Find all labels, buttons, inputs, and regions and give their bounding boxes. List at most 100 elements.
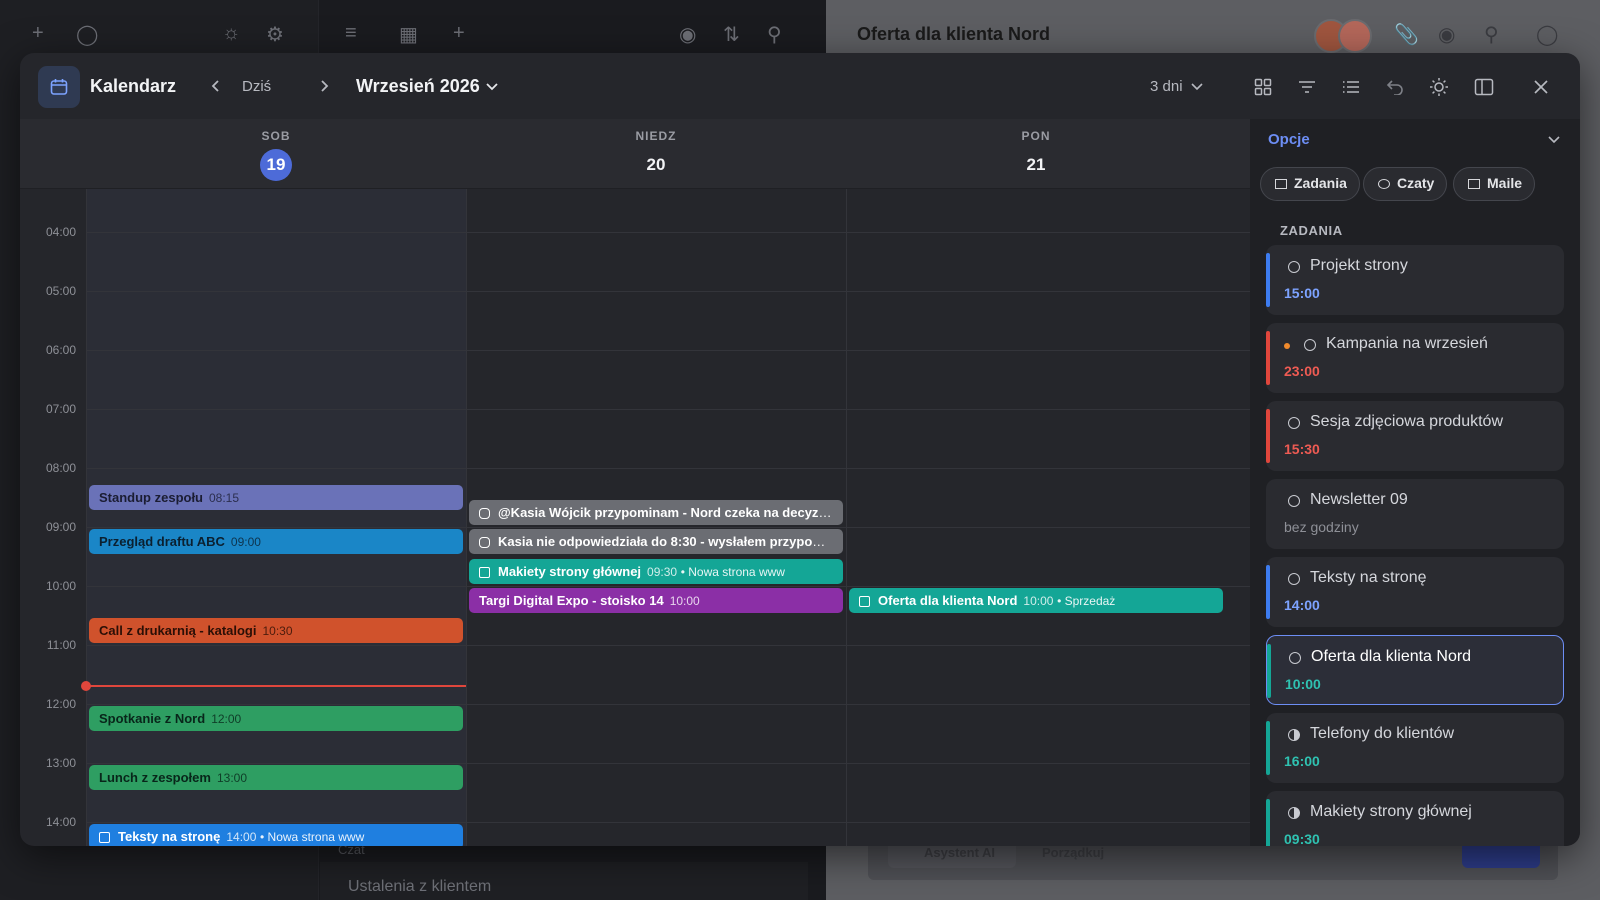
half-status-icon[interactable] (1288, 807, 1300, 819)
sun-icon[interactable]: ☼ (222, 22, 240, 45)
grid-view-icon[interactable] (1249, 73, 1277, 101)
event-title: Call z drukarnią - katalogi (99, 622, 257, 638)
chevron-left-icon[interactable] (203, 73, 229, 99)
month-selector[interactable]: Wrzesień 2026 (356, 76, 498, 97)
task-card[interactable]: Telefony do klientów 16:00 (1266, 713, 1564, 783)
paperclip-icon[interactable]: 📎 (1394, 22, 1419, 47)
hour-line (86, 527, 1250, 528)
hour-line (86, 291, 1250, 292)
calendar-toolbar: Kalendarz Dziś Wrzesień 2026 3 dni (20, 53, 1580, 119)
task-name: Telefony do klientów (1310, 725, 1455, 742)
time-grid[interactable]: 04:00 05:00 06:00 07:00 08:00 09:00 10:00 11:00… (20, 189, 1250, 846)
view-selector[interactable]: 3 dni (1150, 78, 1203, 95)
filter-chip-tasks[interactable]: Zadania (1260, 167, 1360, 201)
chevron-right-icon[interactable] (311, 73, 337, 99)
today-button[interactable]: Dziś (242, 78, 271, 95)
sort-button[interactable]: Porządkuj (1042, 845, 1104, 860)
calendar-event[interactable]: Targi Digital Expo - stoisko 14 10:00 (469, 588, 843, 613)
avatar[interactable] (1338, 19, 1372, 53)
task-card[interactable]: Newsletter 09 bez godziny (1266, 479, 1564, 549)
hour-line (86, 822, 1250, 823)
hour-line (86, 704, 1250, 705)
hour-label: 12:00 (45, 697, 76, 711)
undo-icon[interactable] (1381, 73, 1409, 101)
task-time: 09:30 (1284, 831, 1320, 846)
grid-icon[interactable]: ▦ (399, 22, 418, 47)
options-label[interactable]: Opcje (1268, 131, 1310, 148)
task-card[interactable]: Oferta dla klienta Nord 10:00 (1266, 635, 1564, 705)
plus-icon[interactable]: + (453, 22, 465, 45)
chat-placeholder: Ustalenia z klientem (348, 878, 492, 895)
mail-icon (1468, 179, 1480, 189)
calendar-event[interactable]: @Kasia Wójcik przypominam - Nord czeka n… (469, 499, 843, 525)
calendar-icon (38, 66, 80, 108)
day-number: 20 (646, 155, 666, 174)
event-title: @Kasia Wójcik przypominam - Nord czeka n… (498, 504, 843, 520)
status-circle-icon[interactable] (1304, 339, 1316, 351)
priority-dot (1284, 343, 1290, 349)
task-card[interactable]: Sesja zdjęciowa produktów 15:30 (1266, 401, 1564, 471)
calendar-event[interactable]: Lunch z zespołem 13:00 (89, 765, 463, 790)
view-label: 3 dni (1150, 78, 1183, 95)
document-title: Oferta dla klienta Nord (857, 24, 1051, 44)
list-icon[interactable] (1337, 73, 1365, 101)
status-circle-icon[interactable] (1288, 495, 1300, 507)
task-card[interactable]: Projekt strony 15:00 (1266, 245, 1564, 315)
task-time: bez godziny (1284, 519, 1359, 535)
circle-icon[interactable]: ◯ (1536, 22, 1558, 47)
status-circle-icon[interactable] (1288, 261, 1300, 273)
gear-icon[interactable]: ⚙ (266, 22, 284, 47)
day-header[interactable]: PON 21 (846, 119, 1226, 189)
day-name: PON (1021, 129, 1051, 143)
sidebar-toggle-icon[interactable] (1470, 73, 1498, 101)
column-separator (466, 189, 467, 846)
sun-icon[interactable] (1425, 73, 1453, 101)
eye-icon[interactable]: ◉ (679, 22, 696, 47)
task-card[interactable]: Teksty na stronę 14:00 (1266, 557, 1564, 627)
user-icon[interactable]: ◯ (76, 22, 98, 47)
event-title: Kasia nie odpowiedziała do 8:30 - wysłał… (498, 534, 843, 549)
filter-icon[interactable] (1293, 73, 1321, 101)
task-name: Oferta dla klienta Nord (1311, 648, 1472, 665)
chevron-down-icon (1190, 82, 1203, 90)
chevron-down-icon[interactable] (1548, 136, 1560, 144)
bot-icon (479, 507, 490, 519)
plus-icon[interactable]: + (32, 22, 44, 45)
list-icon[interactable]: ≡ (345, 22, 357, 45)
hour-label: 13:00 (45, 756, 76, 770)
day-name: NIEDZ (635, 129, 677, 143)
close-icon[interactable] (1527, 73, 1555, 101)
filter-chip-mails[interactable]: Maile (1453, 167, 1536, 201)
half-status-icon[interactable] (1288, 729, 1300, 741)
status-circle-icon[interactable] (1289, 652, 1301, 664)
search-icon[interactable]: ⚲ (1484, 22, 1499, 47)
task-card[interactable]: Makiety strony głównej 09:30 (1266, 791, 1564, 846)
options-sidebar: Opcje Zadania Czaty Maile ZADANIA Projek… (1250, 119, 1580, 846)
status-circle-icon[interactable] (1288, 417, 1300, 429)
calendar-event[interactable]: Kasia nie odpowiedziała do 8:30 - wysłał… (469, 529, 843, 554)
search-icon[interactable]: ⚲ (767, 22, 782, 47)
day-header[interactable]: SOB 19 (86, 119, 466, 189)
event-time: 12:00 (211, 712, 242, 726)
sort-icon[interactable]: ⇅ (723, 22, 740, 47)
filter-chip-chats[interactable]: Czaty (1363, 167, 1448, 201)
event-time: 09:00 (230, 535, 261, 549)
calendar-title: Kalendarz (90, 76, 177, 96)
hour-label: 11:00 (46, 638, 76, 652)
task-color-bar (1266, 409, 1270, 463)
calendar-event[interactable]: Standup zespołu 08:15 (89, 484, 463, 510)
eye-icon[interactable]: ◉ (1438, 22, 1455, 47)
status-circle-icon[interactable] (1288, 573, 1300, 585)
calendar-event[interactable]: Przegląd draftu ABC 09:00 (89, 529, 463, 554)
day-header[interactable]: NIEDZ 20 (466, 119, 846, 189)
hour-label: 08:00 (45, 461, 76, 475)
calendar-event[interactable]: Spotkanie z Nord 12:00 (89, 706, 463, 731)
column-separator (846, 189, 847, 846)
task-card[interactable]: Kampania na wrzesień 23:00 (1266, 323, 1564, 393)
hour-label: 05:00 (45, 284, 76, 298)
calendar-event[interactable]: Oferta dla klienta Nord 10:00 • Sprzedaż (849, 588, 1223, 613)
calendar-event[interactable]: Teksty na stronę 14:00 • Nowa strona www (89, 824, 463, 846)
checkbox-icon (99, 832, 110, 843)
calendar-event[interactable]: Makiety strony głównej 09:30 • Nowa stron… (469, 558, 843, 584)
calendar-event[interactable]: Call z drukarnią - katalogi 10:30 (89, 617, 463, 643)
